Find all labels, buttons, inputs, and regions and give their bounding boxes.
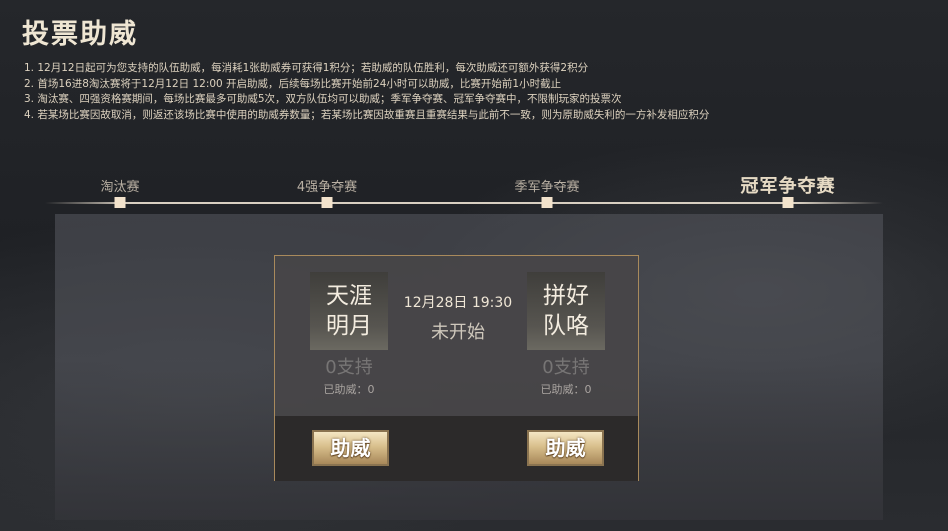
stage-tab-top4[interactable]: 4强争夺赛 [297, 176, 357, 195]
stage-dot [114, 197, 126, 208]
stage-tab-knockout[interactable]: 淘汰赛 [100, 176, 139, 195]
stage-label: 4强争夺赛 [296, 180, 358, 195]
match-status: 未开始 [431, 322, 485, 343]
team-left-helped: 已助威：0 [323, 383, 375, 396]
stage-label: 季军争夺赛 [514, 180, 580, 195]
team-right-helped: 已助威：0 [540, 383, 592, 396]
stage-tab-final[interactable]: 冠军争夺赛 [741, 176, 836, 198]
rule-item: 2. 首场16进8淘汰赛将于12月12日 12:00 开启助威，后续每场比赛开始… [24, 77, 562, 90]
team-left-support: 0支持 [325, 357, 373, 378]
stage-tab-third-place[interactable]: 季军争夺赛 [514, 176, 579, 195]
team-left-name: 天涯明月 [310, 272, 388, 350]
timeline-line [45, 202, 883, 204]
cheer-left-button[interactable]: 助威 [312, 430, 389, 466]
team-right-name: 拼好队咯 [527, 272, 605, 350]
match-time: 12月28日 19:30 [403, 295, 513, 311]
cheer-right-button[interactable]: 助威 [527, 430, 604, 466]
rule-item: 3. 淘汰赛、四强资格赛期间，每场比赛最多可助威5次，双方队伍均可以助威；季军争… [24, 93, 622, 105]
page-title: 投票助威 [22, 19, 138, 50]
rule-item: 4. 若某场比赛因故取消，则返还该场比赛中使用的助威券数量；若某场比赛因故重赛且… [24, 108, 710, 121]
stage-dot [321, 197, 333, 208]
stage-label: 淘汰赛 [100, 180, 140, 195]
stage-dot [541, 197, 553, 208]
stage-label-active: 冠军争夺赛 [740, 176, 836, 197]
stage-dot [782, 197, 794, 208]
match-card: 天涯明月 0支持 已助威：0 12月28日 19:30 未开始 拼好队咯 0支持… [274, 255, 639, 481]
rules-list: 1. 12月12日起可为您支持的队伍助威，每消耗1张助威券可获得1积分；若助威的… [24, 61, 924, 123]
team-right-support: 0支持 [542, 357, 590, 378]
rule-item: 1. 12月12日起可为您支持的队伍助威，每消耗1张助威券可获得1积分；若助威的… [24, 62, 589, 74]
